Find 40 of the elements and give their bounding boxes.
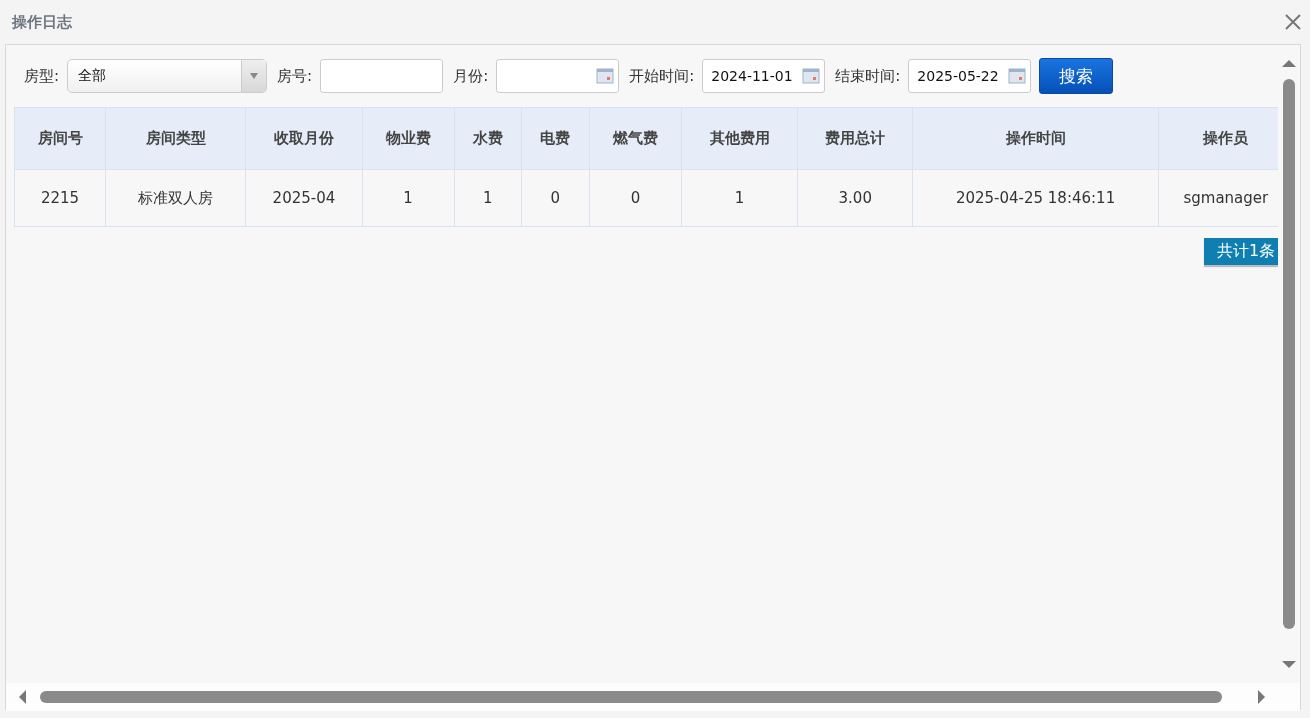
date-field[interactable] <box>496 59 620 93</box>
input-field[interactable] <box>320 59 444 93</box>
column-header: 收取月份 <box>245 107 363 170</box>
table-cell: 0 <box>589 169 682 227</box>
table-cell: 2025-04 <box>245 169 363 227</box>
column-header: 费用总计 <box>797 107 913 170</box>
filter-label: 月份: <box>453 66 489 86</box>
filter-label: 房型: <box>24 66 60 86</box>
table-cell: 1 <box>362 169 455 227</box>
calendar-icon[interactable] <box>802 68 821 84</box>
date-field[interactable]: 2024-11-01 <box>702 59 826 93</box>
window-title: 操作日志 <box>12 12 72 32</box>
table-cell: 3.00 <box>797 169 913 227</box>
table-cell: 1 <box>454 169 522 227</box>
column-header: 燃气费 <box>589 107 682 170</box>
total-count: 共计1条 <box>1204 238 1279 265</box>
filter-label: 房号: <box>277 66 313 86</box>
caret-icon <box>250 73 259 79</box>
table-cell: 2215 <box>14 169 106 227</box>
table-cell: 标准双人房 <box>105 169 246 227</box>
calendar-icon[interactable] <box>596 68 615 84</box>
column-header: 房间号 <box>14 107 106 170</box>
column-header: 其他费用 <box>681 107 798 170</box>
column-header: 水费 <box>454 107 522 170</box>
close-icon[interactable] <box>1284 13 1302 31</box>
filter-label: 结束时间: <box>835 66 901 86</box>
column-header: 操作时间 <box>912 107 1159 170</box>
column-header: 物业费 <box>362 107 455 170</box>
table-cell: 2025-04-25 18:46:11 <box>912 169 1159 227</box>
table-cell: 0 <box>521 169 590 227</box>
column-header: 房间类型 <box>105 107 246 170</box>
column-header: 电费 <box>521 107 590 170</box>
date-field[interactable]: 2025-05-22 <box>908 59 1032 93</box>
filter-label: 开始时间: <box>629 66 695 86</box>
table-cell: sgmanager <box>1158 169 1279 227</box>
table-cell: 1 <box>681 169 798 227</box>
room-type-select[interactable]: 全部 <box>67 59 268 93</box>
calendar-icon[interactable] <box>1008 68 1027 84</box>
column-header: 操作员 <box>1158 107 1279 170</box>
search-button[interactable]: 搜索 <box>1039 58 1114 94</box>
